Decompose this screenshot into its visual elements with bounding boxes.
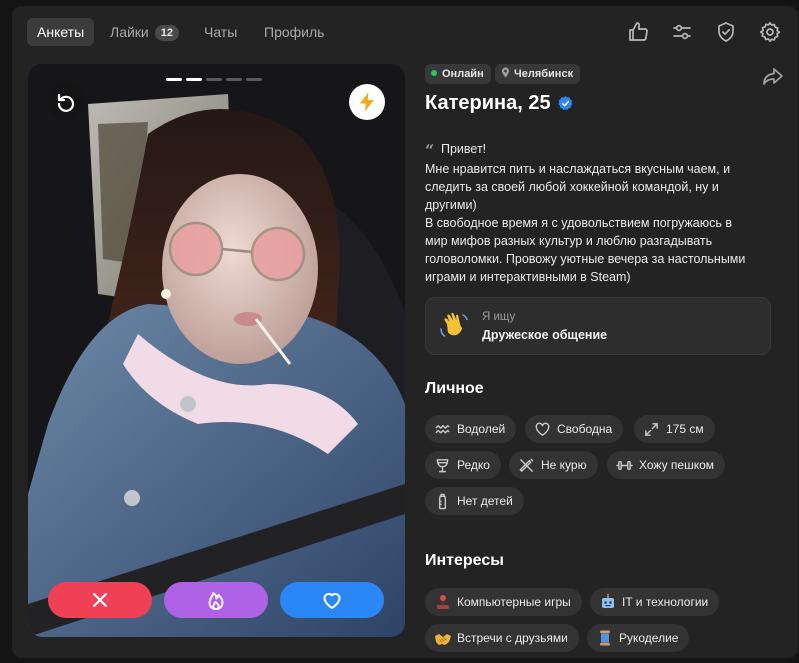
expand-arrows-icon <box>645 423 658 436</box>
tag-smoking: Не курю <box>509 451 598 479</box>
tab-profile[interactable]: Профиль <box>254 18 334 46</box>
bio-line: Мне нравится пить и наслаждаться вкусным… <box>425 162 731 176</box>
interest-crafts: Рукоделие <box>587 624 690 652</box>
slide-dot[interactable] <box>166 78 182 81</box>
likes-count-badge: 12 <box>154 25 179 41</box>
fire-icon <box>208 592 224 610</box>
aquarius-icon <box>435 425 450 434</box>
boost-button[interactable] <box>349 84 385 120</box>
tab-chats[interactable]: Чаты <box>194 18 247 46</box>
map-pin-icon <box>501 67 510 78</box>
bio-line: следить за своей любой хоккейной командо… <box>425 180 719 194</box>
tag-alcohol: Редко <box>425 451 501 479</box>
seeking-card: Я ищу Дружеское общение <box>425 297 771 355</box>
profile-photo[interactable] <box>28 64 405 637</box>
tag-smoking-label: Не курю <box>541 458 587 472</box>
shield-check-icon[interactable] <box>714 20 738 44</box>
tab-chats-label: Чаты <box>204 24 238 40</box>
bio-line: головоломки. Провожу уютные вечера за на… <box>425 252 746 266</box>
thread-spool-icon <box>600 630 610 646</box>
interest-it: IT и технологии <box>590 588 720 616</box>
seeking-value: Дружеское общение <box>482 328 608 342</box>
photo-image <box>28 64 405 637</box>
seeking-label: Я ищу <box>482 311 516 323</box>
tag-height-label: 175 см <box>666 422 704 436</box>
interest-gaming: Компьютерные игры <box>425 588 582 616</box>
heart-icon <box>323 592 341 609</box>
tag-relationship: Свободна <box>525 415 624 443</box>
tab-profiles[interactable]: Анкеты <box>27 18 95 46</box>
tag-relationship-label: Свободна <box>557 422 613 436</box>
online-dot <box>431 70 437 76</box>
super-like-button[interactable] <box>164 582 268 618</box>
quote-icon: “ <box>425 141 435 160</box>
rotate-undo-icon <box>57 93 75 112</box>
thumbs-up-icon[interactable] <box>626 20 650 44</box>
tag-children: Нет детей <box>425 487 524 515</box>
dumbbell-icon <box>616 461 633 470</box>
share-icon[interactable] <box>761 64 785 88</box>
close-icon <box>92 592 108 608</box>
name-row: Катерина, 25 <box>425 92 574 122</box>
tab-profiles-label: Анкеты <box>37 24 85 40</box>
waving-hand-icon <box>440 312 468 337</box>
profile-info: Онлайн Челябинск Катерина, 25 “ Привет! М… <box>425 64 785 658</box>
online-status-badge: Онлайн <box>425 64 491 84</box>
interest-friends: Встречи с друзьями <box>425 624 579 652</box>
tag-zodiac-label: Водолей <box>457 422 506 436</box>
wine-glass-icon <box>436 459 449 473</box>
interests-section-title: Интересы <box>425 552 504 569</box>
tag-children-label: Нет детей <box>457 494 513 508</box>
tag-height: 175 см <box>634 415 715 443</box>
dislike-button[interactable] <box>48 582 152 618</box>
bio-line: В свободное время я с удовольствием погр… <box>425 216 732 230</box>
city-badge: Челябинск <box>495 64 581 84</box>
tag-sport-label: Хожу пешком <box>639 458 715 472</box>
interest-gaming-label: Компьютерные игры <box>457 595 571 609</box>
baby-bottle-icon <box>438 493 447 510</box>
handshake-icon <box>435 634 451 645</box>
robot-icon <box>602 593 614 608</box>
bio-line: “ Привет! <box>425 140 775 160</box>
slide-dot[interactable] <box>206 78 222 81</box>
bio-greeting: Привет! <box>441 142 487 156</box>
interest-friends-label: Встречи с друзьями <box>457 631 568 645</box>
slide-dot[interactable] <box>226 78 242 81</box>
undo-button[interactable] <box>48 84 84 120</box>
city-text: Челябинск <box>514 68 574 80</box>
profile-name: Катерина, 25 <box>425 92 551 114</box>
tab-likes[interactable]: Лайки 12 <box>100 18 189 46</box>
gear-icon[interactable] <box>758 20 782 44</box>
online-status-text: Онлайн <box>442 68 484 80</box>
top-nav: Анкеты Лайки 12 Чаты Профиль <box>12 6 798 58</box>
filter-sliders-icon[interactable] <box>670 20 694 44</box>
tab-profile-label: Профиль <box>264 24 325 40</box>
joystick-icon <box>437 595 449 609</box>
bio-line: другими) <box>425 198 477 212</box>
tab-likes-label: Лайки <box>110 24 149 40</box>
bio-line: мир мифов разных культур и люблю разгады… <box>425 234 713 248</box>
tag-sport: Хожу пешком <box>607 451 726 479</box>
app-window: Анкеты Лайки 12 Чаты Профиль Онлайн Челя… <box>12 6 798 658</box>
like-button[interactable] <box>280 582 384 618</box>
verified-badge-icon <box>557 96 572 110</box>
slide-dot[interactable] <box>246 78 262 81</box>
lightning-icon <box>360 92 374 112</box>
personal-section-title: Личное <box>425 380 484 397</box>
photo-slide-indicator <box>166 78 266 82</box>
slide-dot[interactable] <box>186 78 202 81</box>
interest-it-label: IT и технологии <box>622 595 709 609</box>
tag-alcohol-label: Редко <box>457 458 490 472</box>
profile-bio: “ Привет! Мне нравится пить и наслаждатьс… <box>425 140 775 286</box>
heart-outline-icon <box>535 422 550 436</box>
no-smoking-icon <box>519 458 534 472</box>
interest-crafts-label: Рукоделие <box>619 631 679 645</box>
bio-line: играми и интерактивными в Steam) <box>425 270 631 284</box>
tag-zodiac: Водолей <box>425 415 517 443</box>
